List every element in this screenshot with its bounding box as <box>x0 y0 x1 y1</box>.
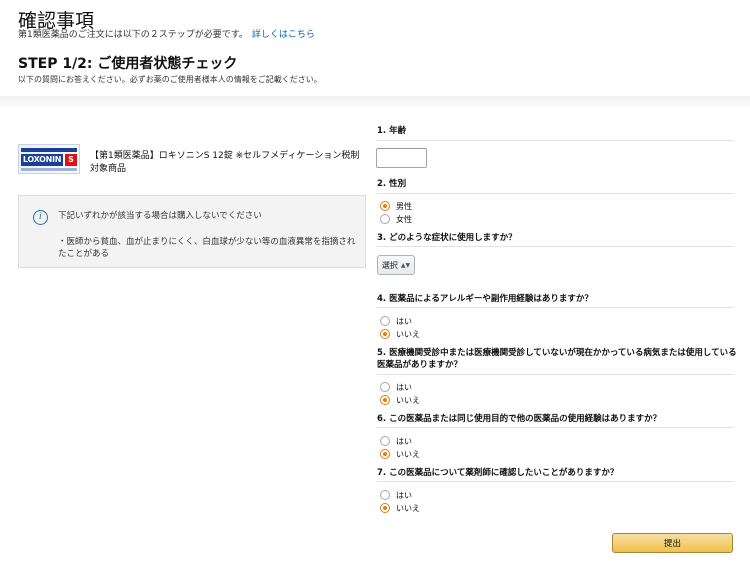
divider <box>377 193 734 194</box>
question-allergy-label: 4. 医薬品によるアレルギーや副作用経験はありますか？ <box>377 294 593 304</box>
product-summary: LOXONIN S 【第1類医薬品】ロキソニンS 12錠 ※セルフメディケーショ… <box>18 144 368 180</box>
radio-label: はい <box>396 316 412 326</box>
radio-label: いいえ <box>396 329 420 339</box>
gender-option-male[interactable]: 男性 <box>380 200 412 212</box>
radio-label: いいえ <box>396 395 420 405</box>
question-pharmacist-label: 7. この医薬品について薬剤師に確認したいことがありますか？ <box>377 468 619 478</box>
details-link[interactable]: 詳しくはこちら <box>252 30 315 40</box>
radio-label: はい <box>396 490 412 500</box>
product-logo: LOXONIN <box>21 154 63 166</box>
radio-button[interactable] <box>380 316 390 326</box>
radio-button[interactable] <box>380 436 390 446</box>
radio-button[interactable] <box>380 382 390 392</box>
question-experience-label: 6. この医薬品または同じ使用目的で他の医薬品の使用経験はありますか？ <box>377 414 662 424</box>
allergy-option-yes[interactable]: はい <box>380 315 412 327</box>
step-title: STEP 1/2: ご使用者状態チェック <box>18 56 238 72</box>
step-subtitle: 以下の質問にお答えください。必ずお薬のご使用者様本人の情報をご記載ください。 <box>18 75 322 84</box>
medical-option-no[interactable]: いいえ <box>380 394 420 406</box>
age-input[interactable] <box>376 148 427 168</box>
product-name: 【第1類医薬品】ロキソニンS 12錠 ※セルフメディケーション税制対象商品 <box>90 151 360 174</box>
radio-button[interactable] <box>380 214 390 224</box>
pharmacist-option-yes[interactable]: はい <box>380 489 412 501</box>
question-gender-label: 2. 性別 <box>377 179 407 189</box>
notice-condition: ・医師から貧血、血が止まりにくく、白血球が少ない等の血液異常を指摘されたことがあ… <box>58 237 356 259</box>
product-logo-suffix: S <box>65 154 77 166</box>
divider <box>377 374 734 375</box>
select-arrows-icon: ▲▼ <box>400 261 411 269</box>
experience-option-yes[interactable]: はい <box>380 435 412 447</box>
section-shadow <box>0 96 750 110</box>
radio-button-checked[interactable] <box>380 329 390 339</box>
warning-notice: i 下記いずれかが該当する場合は購入しないでください ・医師から貧血、血が止まり… <box>18 195 366 268</box>
question-symptom-label: 3. どのような症状に使用しますか？ <box>377 233 517 243</box>
radio-button-checked[interactable] <box>380 201 390 211</box>
radio-label: 男性 <box>396 201 412 211</box>
question-age-label: 1. 年齢 <box>377 126 407 136</box>
radio-button-checked[interactable] <box>380 395 390 405</box>
gender-option-female[interactable]: 女性 <box>380 213 412 225</box>
pharmacist-option-no[interactable]: いいえ <box>380 502 420 514</box>
divider <box>377 307 734 308</box>
submit-button[interactable]: 提出 <box>612 533 733 553</box>
symptom-select[interactable]: 選択 ▲▼ <box>377 255 415 275</box>
radio-button[interactable] <box>380 490 390 500</box>
radio-label: いいえ <box>396 503 420 513</box>
info-icon: i <box>33 210 48 225</box>
radio-label: はい <box>396 436 412 446</box>
radio-button-checked[interactable] <box>380 449 390 459</box>
divider <box>377 481 734 482</box>
product-image: LOXONIN S <box>18 144 80 174</box>
notice-heading: 下記いずれかが該当する場合は購入しないでください <box>58 211 262 221</box>
medical-option-yes[interactable]: はい <box>380 381 412 393</box>
allergy-option-no[interactable]: いいえ <box>380 328 420 340</box>
radio-button-checked[interactable] <box>380 503 390 513</box>
experience-option-no[interactable]: いいえ <box>380 448 420 460</box>
divider <box>377 140 734 141</box>
divider <box>377 246 734 247</box>
radio-label: いいえ <box>396 449 420 459</box>
select-label: 選択 <box>381 260 398 270</box>
radio-label: はい <box>396 382 412 392</box>
intro-message: 第1類医薬品のご注文には以下の２ステップが必要です。 <box>18 30 248 40</box>
intro-text: 第1類医薬品のご注文には以下の２ステップが必要です。 詳しくはこちら <box>18 27 315 40</box>
radio-label: 女性 <box>396 214 412 224</box>
question-medical-label: 5. 医療機関受診中または医療機関受診していないが現在かかっている病気または使用… <box>377 348 737 370</box>
divider <box>377 427 734 428</box>
